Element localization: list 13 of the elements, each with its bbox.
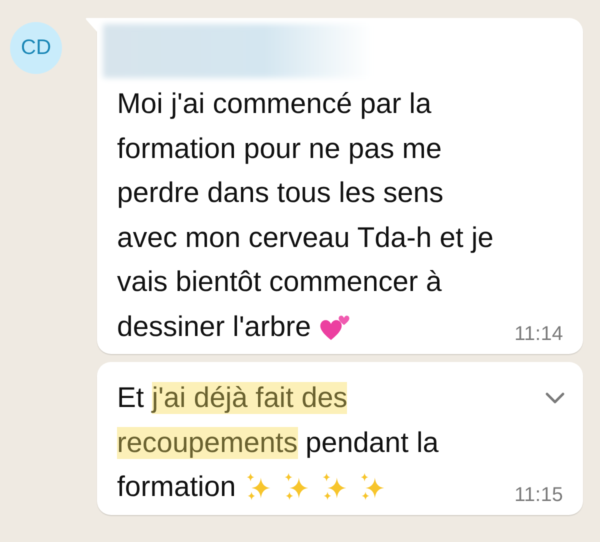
message-line: recoupements pendant la xyxy=(117,426,439,460)
chevron-icon[interactable] xyxy=(545,392,565,404)
message-line: formation pour ne pas me xyxy=(117,132,442,166)
message-line: Moi j'ai commencé par la xyxy=(117,87,432,122)
message-line: Et j'ai déjà fait des xyxy=(117,381,348,416)
message-line: avec mon cerveau Tda-h et je xyxy=(117,220,494,256)
contact-avatar[interactable]: CD xyxy=(10,22,62,74)
message-line: vais bientôt commencer à xyxy=(117,265,442,300)
message-line: perdre dans tous les sens xyxy=(117,176,444,211)
message-time: 11:15 xyxy=(514,484,563,506)
message-time: 11:14 xyxy=(514,323,563,346)
message-line: dessiner l'arbre xyxy=(117,310,311,344)
message-line: formation xyxy=(117,470,236,505)
